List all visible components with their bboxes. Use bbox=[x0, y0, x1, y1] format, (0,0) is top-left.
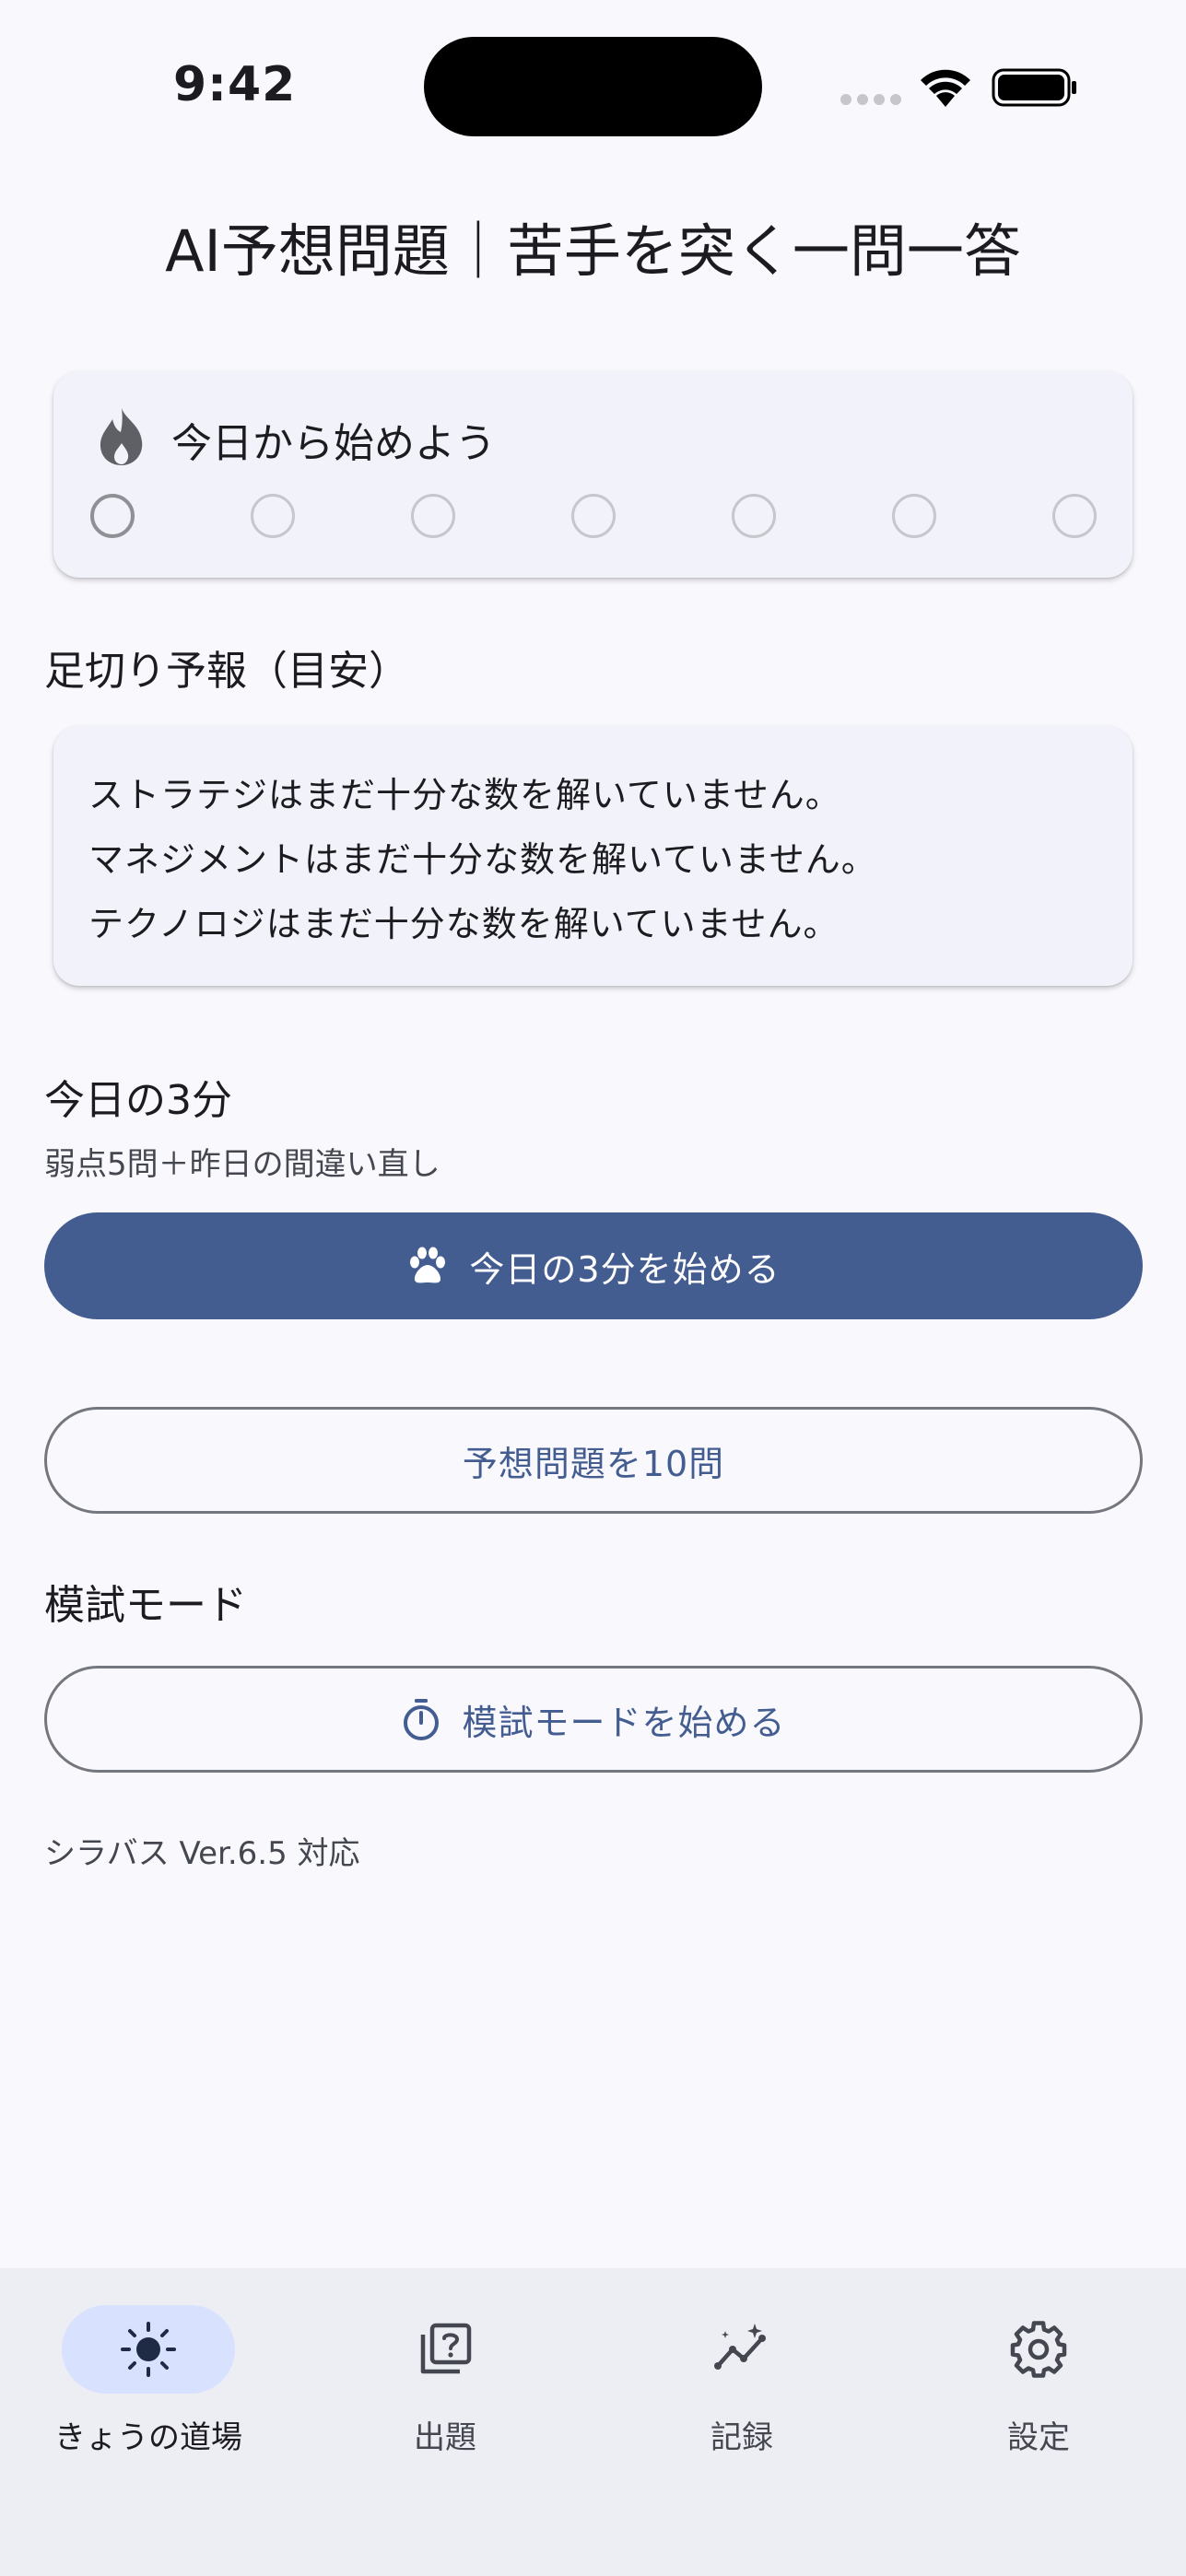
predict-10-label: 予想問題を10問 bbox=[462, 1443, 725, 1484]
streak-day-dot bbox=[732, 494, 776, 538]
status-time: 9:42 bbox=[173, 57, 297, 112]
paw-icon bbox=[410, 1247, 446, 1283]
streak-day-dot bbox=[892, 494, 936, 538]
start-mock-label: 模試モードを始める bbox=[462, 1702, 786, 1743]
bottom-nav: きょうの道場 出題 記録 設定 bbox=[0, 2268, 1186, 2576]
syllabus-version: シラバス Ver.6.5 対応 bbox=[44, 1835, 360, 1872]
start-mock-button[interactable]: 模試モードを始める bbox=[44, 1666, 1143, 1773]
nav-item-dojo[interactable]: きょうの道場 bbox=[40, 2305, 261, 2462]
start-today-button[interactable]: 今日の3分を始める bbox=[44, 1212, 1143, 1319]
dynamic-island bbox=[424, 37, 762, 136]
cellular-signal-icon bbox=[840, 94, 901, 107]
streak-day-dot bbox=[571, 494, 616, 538]
today-subtitle: 弱点5問＋昨日の間違い直し bbox=[44, 1146, 440, 1183]
wifi-icon bbox=[921, 69, 970, 107]
predict-10-button[interactable]: 予想問題を10問 bbox=[44, 1407, 1143, 1514]
sun-icon bbox=[121, 2322, 176, 2377]
quiz-icon bbox=[420, 2323, 472, 2374]
cutoff-line-technology: テクノロジはまだ十分な数を解いていません。 bbox=[88, 904, 840, 944]
streak-day-dot bbox=[1052, 494, 1097, 538]
nav-label-dojo: きょうの道場 bbox=[54, 2419, 242, 2456]
cutoff-card: ストラテジはまだ十分な数を解いていません。 マネジメントはまだ十分な数を解いてい… bbox=[53, 726, 1133, 986]
battery-icon bbox=[992, 68, 1076, 107]
streak-day-dot bbox=[411, 494, 455, 538]
mock-title: 模試モード bbox=[44, 1582, 247, 1629]
nav-label-quiz: 出題 bbox=[414, 2419, 476, 2456]
nav-label-settings: 設定 bbox=[1007, 2419, 1070, 2456]
cutoff-line-management: マネジメントはまだ十分な数を解いていません。 bbox=[88, 839, 877, 880]
chart-icon bbox=[714, 2324, 766, 2370]
streak-day-dot bbox=[90, 494, 135, 538]
start-today-label: 今日の3分を始める bbox=[469, 1248, 781, 1290]
page-title: AI予想問題｜苦手を突く一問一答 bbox=[165, 217, 1021, 285]
cutoff-title: 足切り予報（目安） bbox=[44, 648, 409, 695]
flame-icon bbox=[100, 408, 143, 465]
nav-item-records[interactable]: 記録 bbox=[633, 2305, 854, 2462]
nav-item-quiz[interactable]: 出題 bbox=[336, 2305, 558, 2462]
timer-icon bbox=[404, 1699, 440, 1740]
nav-label-records: 記録 bbox=[710, 2419, 773, 2456]
cutoff-line-strategy: ストラテジはまだ十分な数を解いていません。 bbox=[88, 775, 841, 815]
today-title: 今日の3分 bbox=[44, 1077, 232, 1124]
home-screen: 9:42 AI予想問題｜苦手を突く一問一答 今日から始めよう 足切り予報（目安）… bbox=[0, 0, 1186, 2576]
gear-icon bbox=[1010, 2321, 1067, 2378]
streak-title: 今日から始めよう bbox=[171, 420, 496, 467]
streak-day-dot bbox=[251, 494, 295, 538]
nav-item-settings[interactable]: 設定 bbox=[930, 2305, 1151, 2462]
streak-card: 今日から始めよう bbox=[53, 371, 1133, 578]
